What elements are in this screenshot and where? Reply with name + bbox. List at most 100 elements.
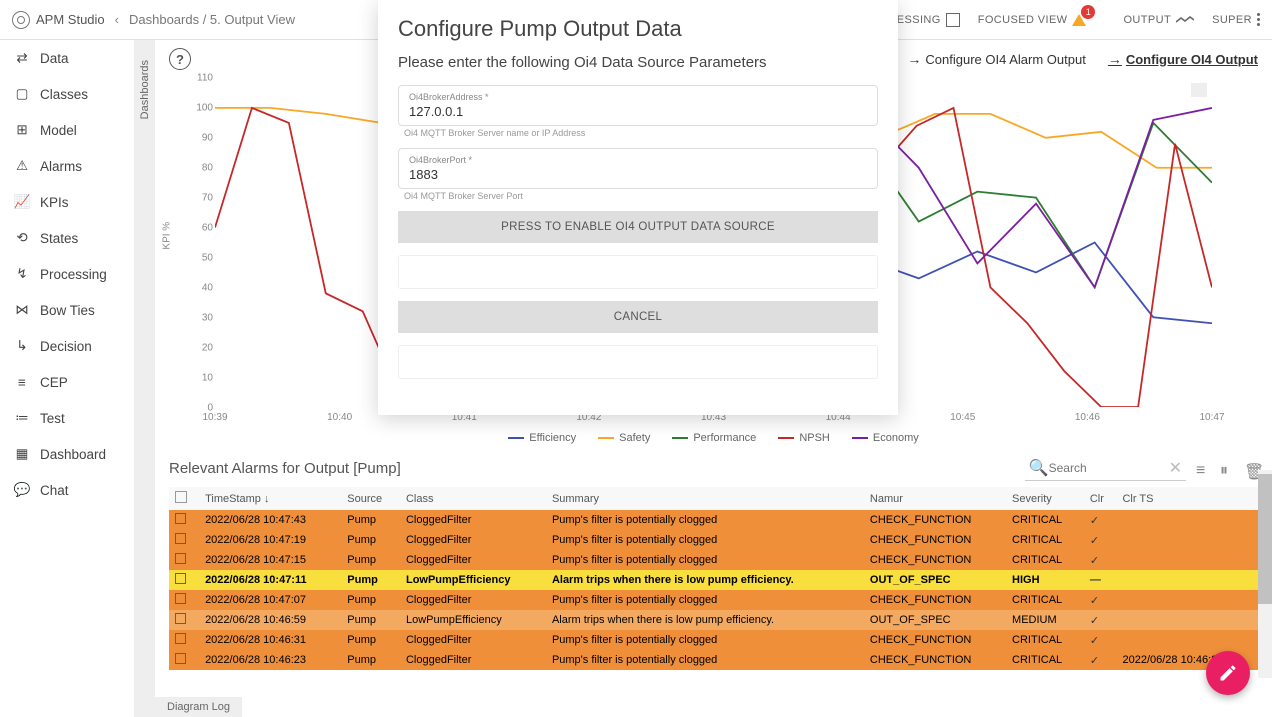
sidebar-item-model[interactable]: ⊞Model	[0, 112, 134, 148]
help-icon[interactable]: ?	[169, 48, 191, 70]
row-checkbox[interactable]	[175, 593, 186, 604]
dashboard-icon: ▦	[14, 446, 30, 462]
select-all-checkbox[interactable]	[175, 491, 187, 503]
sidebar-item-dashboard[interactable]: ▦Dashboard	[0, 436, 134, 472]
column-header[interactable]: Severity	[1006, 487, 1084, 510]
app-logo-icon	[12, 11, 30, 29]
delete-icon[interactable]: 🗑	[1244, 462, 1258, 476]
column-header[interactable]: Clr	[1084, 487, 1117, 510]
sidebar-item-chat[interactable]: 💬Chat	[0, 472, 134, 508]
classes-icon: ▢	[14, 86, 30, 102]
sidebar: ⇄Data ▢Classes ⊞Model ⚠Alarms 📈KPIs ⟲Sta…	[0, 40, 135, 717]
pencil-icon	[1218, 663, 1238, 683]
bar-chart-icon	[946, 13, 960, 27]
column-header[interactable]: Class	[400, 487, 546, 510]
model-icon: ⊞	[14, 122, 30, 138]
modal-title: Configure Pump Output Data	[398, 16, 878, 42]
more-icon[interactable]	[1257, 13, 1260, 26]
search-box[interactable]: 🔍 ✕	[1025, 456, 1186, 481]
broker-address-hint: Oi4 MQTT Broker Server name or IP Addres…	[404, 128, 878, 138]
data-icon: ⇄	[14, 50, 30, 66]
collapse-sidebar-icon[interactable]: ‹	[115, 12, 119, 27]
broker-port-hint: Oi4 MQTT Broker Server Port	[404, 191, 878, 201]
sidebar-item-classes[interactable]: ▢Classes	[0, 76, 134, 112]
breadcrumb[interactable]: Dashboards / 5. Output View	[129, 12, 295, 27]
arrow-right-icon: →	[907, 51, 921, 67]
sidebar-item-cep[interactable]: ≡CEP	[0, 364, 134, 400]
cancel-button[interactable]: CANCEL	[398, 301, 878, 333]
search-input[interactable]	[1049, 461, 1169, 475]
modal-spacer	[398, 345, 878, 379]
table-row[interactable]: 2022/06/28 10:46:31PumpCloggedFilterPump…	[169, 630, 1258, 650]
row-checkbox[interactable]	[175, 533, 186, 544]
alarms-icon: ⚠	[14, 158, 30, 174]
row-checkbox[interactable]	[175, 633, 186, 644]
sidebar-item-bowties[interactable]: ⋈Bow Ties	[0, 292, 134, 328]
sidebar-item-alarms[interactable]: ⚠Alarms	[0, 148, 134, 184]
sidebar-item-processing[interactable]: ↯Processing	[0, 256, 134, 292]
app-name: APM Studio	[36, 12, 105, 27]
table-row[interactable]: 2022/06/28 10:46:23PumpCloggedFilterPump…	[169, 650, 1258, 670]
y-axis: 0102030405060708090100110	[185, 78, 215, 408]
scrollbar[interactable]	[1258, 470, 1272, 678]
search-icon: 🔍	[1029, 458, 1049, 478]
alarms-panel: Relevant Alarms for Output [Pump] 🔍 ✕ ≡ …	[169, 456, 1258, 670]
states-icon: ⟲	[14, 230, 30, 246]
table-row[interactable]: 2022/06/28 10:47:07PumpCloggedFilterPump…	[169, 590, 1258, 610]
row-checkbox[interactable]	[175, 573, 186, 584]
modal-spacer	[398, 255, 878, 289]
configure-output-link[interactable]: →Configure OI4 Output	[1108, 51, 1258, 67]
chart-menu-icon[interactable]	[1191, 83, 1207, 97]
sidebar-item-states[interactable]: ⟲States	[0, 220, 134, 256]
tab-focused-view[interactable]: FOCUSED VIEW 1	[978, 13, 1106, 27]
sidebar-item-data[interactable]: ⇄Data	[0, 40, 134, 76]
diagram-log-tab[interactable]: Diagram Log	[155, 697, 242, 717]
arrow-right-icon: →	[1108, 51, 1122, 67]
line-chart-icon	[1176, 16, 1194, 24]
enable-button[interactable]: PRESS TO ENABLE OI4 OUTPUT DATA SOURCE	[398, 211, 878, 243]
y-axis-label: KPI %	[162, 222, 173, 250]
table-row[interactable]: 2022/06/28 10:46:59PumpLowPumpEfficiency…	[169, 610, 1258, 630]
edit-fab[interactable]	[1206, 651, 1250, 695]
table-row[interactable]: 2022/06/28 10:47:43PumpCloggedFilterPump…	[169, 510, 1258, 530]
sidebar-item-decision[interactable]: ↳Decision	[0, 328, 134, 364]
sidebar-item-kpis[interactable]: 📈KPIs	[0, 184, 134, 220]
kpis-icon: 📈	[14, 194, 30, 210]
column-header[interactable]: Namur	[864, 487, 1006, 510]
pause-icon[interactable]: ⏸	[1220, 462, 1234, 476]
configure-alarm-link[interactable]: →Configure OI4 Alarm Output	[907, 51, 1085, 67]
column-header[interactable]: Source	[341, 487, 400, 510]
alarms-table: TimeStamp ↓SourceClassSummaryNamurSeveri…	[169, 487, 1258, 670]
column-header[interactable]: Clr TS	[1116, 487, 1258, 510]
row-checkbox[interactable]	[175, 513, 186, 524]
test-icon: ≔	[14, 410, 30, 426]
chat-icon: 💬	[14, 482, 30, 498]
table-row[interactable]: 2022/06/28 10:47:19PumpCloggedFilterPump…	[169, 530, 1258, 550]
sidebar-item-test[interactable]: ≔Test	[0, 400, 134, 436]
column-header[interactable]: TimeStamp ↓	[199, 487, 341, 510]
tab-output[interactable]: OUTPUT	[1123, 14, 1194, 26]
decision-icon: ↳	[14, 338, 30, 354]
table-row[interactable]: 2022/06/28 10:47:11PumpLowPumpEfficiency…	[169, 570, 1258, 590]
clear-search-icon[interactable]: ✕	[1169, 458, 1182, 478]
broker-port-input[interactable]	[409, 165, 867, 184]
scrollbar-thumb[interactable]	[1258, 474, 1272, 604]
broker-port-field[interactable]: Oi4BrokerPort *	[398, 148, 878, 189]
tab-super[interactable]: SUPER	[1212, 13, 1260, 26]
row-checkbox[interactable]	[175, 553, 186, 564]
alarms-title: Relevant Alarms for Output [Pump]	[169, 460, 401, 477]
vertical-tab[interactable]: Dashboards	[135, 40, 155, 717]
row-checkbox[interactable]	[175, 613, 186, 624]
columns-icon[interactable]: ≡	[1196, 462, 1210, 476]
broker-address-field[interactable]: Oi4BrokerAddress *	[398, 85, 878, 126]
bowties-icon: ⋈	[14, 302, 30, 318]
cep-icon: ≡	[14, 374, 30, 390]
broker-address-input[interactable]	[409, 102, 867, 121]
column-header[interactable]: Summary	[546, 487, 864, 510]
configure-output-modal: Configure Pump Output Data Please enter …	[378, 0, 898, 415]
top-tabs: PROCESSING FOCUSED VIEW 1 OUTPUT SUPER	[863, 13, 1260, 27]
modal-subtitle: Please enter the following Oi4 Data Sour…	[398, 54, 878, 71]
row-checkbox[interactable]	[175, 653, 186, 664]
processing-icon: ↯	[14, 266, 30, 282]
table-row[interactable]: 2022/06/28 10:47:15PumpCloggedFilterPump…	[169, 550, 1258, 570]
